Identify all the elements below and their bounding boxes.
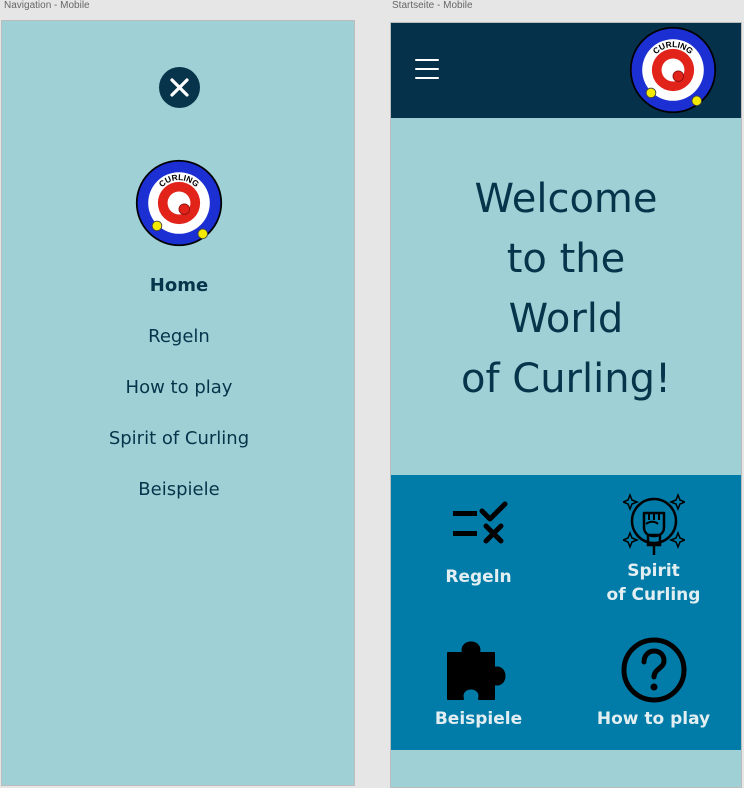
checklist-icon — [452, 501, 507, 544]
puzzle-piece-icon — [446, 641, 505, 700]
welcome-heading: Welcome to the World of Curling! — [391, 169, 741, 409]
welcome-line: Welcome — [474, 176, 658, 222]
nav-item-beispiele[interactable]: Beispiele — [2, 475, 356, 526]
curling-logo: CURLING — [135, 159, 223, 247]
tile-how-to-play[interactable]: How to play — [566, 635, 741, 731]
welcome-line: to the — [506, 236, 626, 282]
nav-item-spirit-of-curling[interactable]: Spirit of Curling — [2, 424, 356, 475]
startseite-mobile-artboard: CURLING Welcome to the World of Curling!… — [390, 22, 742, 788]
feature-tiles: Regeln Spirit of Curling Beispiele How t… — [391, 475, 741, 750]
tile-regeln-label: Regeln — [445, 567, 512, 587]
hamburger-menu-icon[interactable] — [415, 59, 439, 83]
nav-artboard-title: Navigation - Mobile — [4, 0, 90, 11]
tile-spirit-of-curling[interactable]: Spirit of Curling — [566, 491, 741, 607]
tile-spirit-label: Spirit of Curling — [606, 561, 701, 605]
tile-beispiele[interactable]: Beispiele — [391, 635, 566, 731]
nav-menu: Home Regeln How to play Spirit of Curlin… — [2, 271, 356, 526]
tile-regeln[interactable]: Regeln — [391, 501, 566, 589]
welcome-line: of Curling! — [461, 356, 671, 402]
tile-how-to-play-label: How to play — [596, 709, 711, 729]
nav-item-regeln[interactable]: Regeln — [2, 322, 356, 373]
nav-item-home[interactable]: Home — [2, 271, 356, 322]
question-circle-icon — [621, 637, 686, 703]
curling-logo: CURLING — [629, 26, 717, 114]
welcome-line: World — [508, 296, 624, 342]
navigation-mobile-artboard: CURLING Home Regeln How to play Spirit o… — [1, 20, 355, 786]
nav-item-how-to-play[interactable]: How to play — [2, 373, 356, 424]
home-artboard-title: Startseite - Mobile — [392, 0, 473, 11]
tile-beispiele-label: Beispiele — [434, 709, 523, 729]
top-bar: CURLING — [391, 23, 741, 118]
close-button[interactable] — [159, 67, 200, 108]
raised-fist-badge-icon — [622, 492, 685, 555]
close-icon — [170, 78, 189, 97]
